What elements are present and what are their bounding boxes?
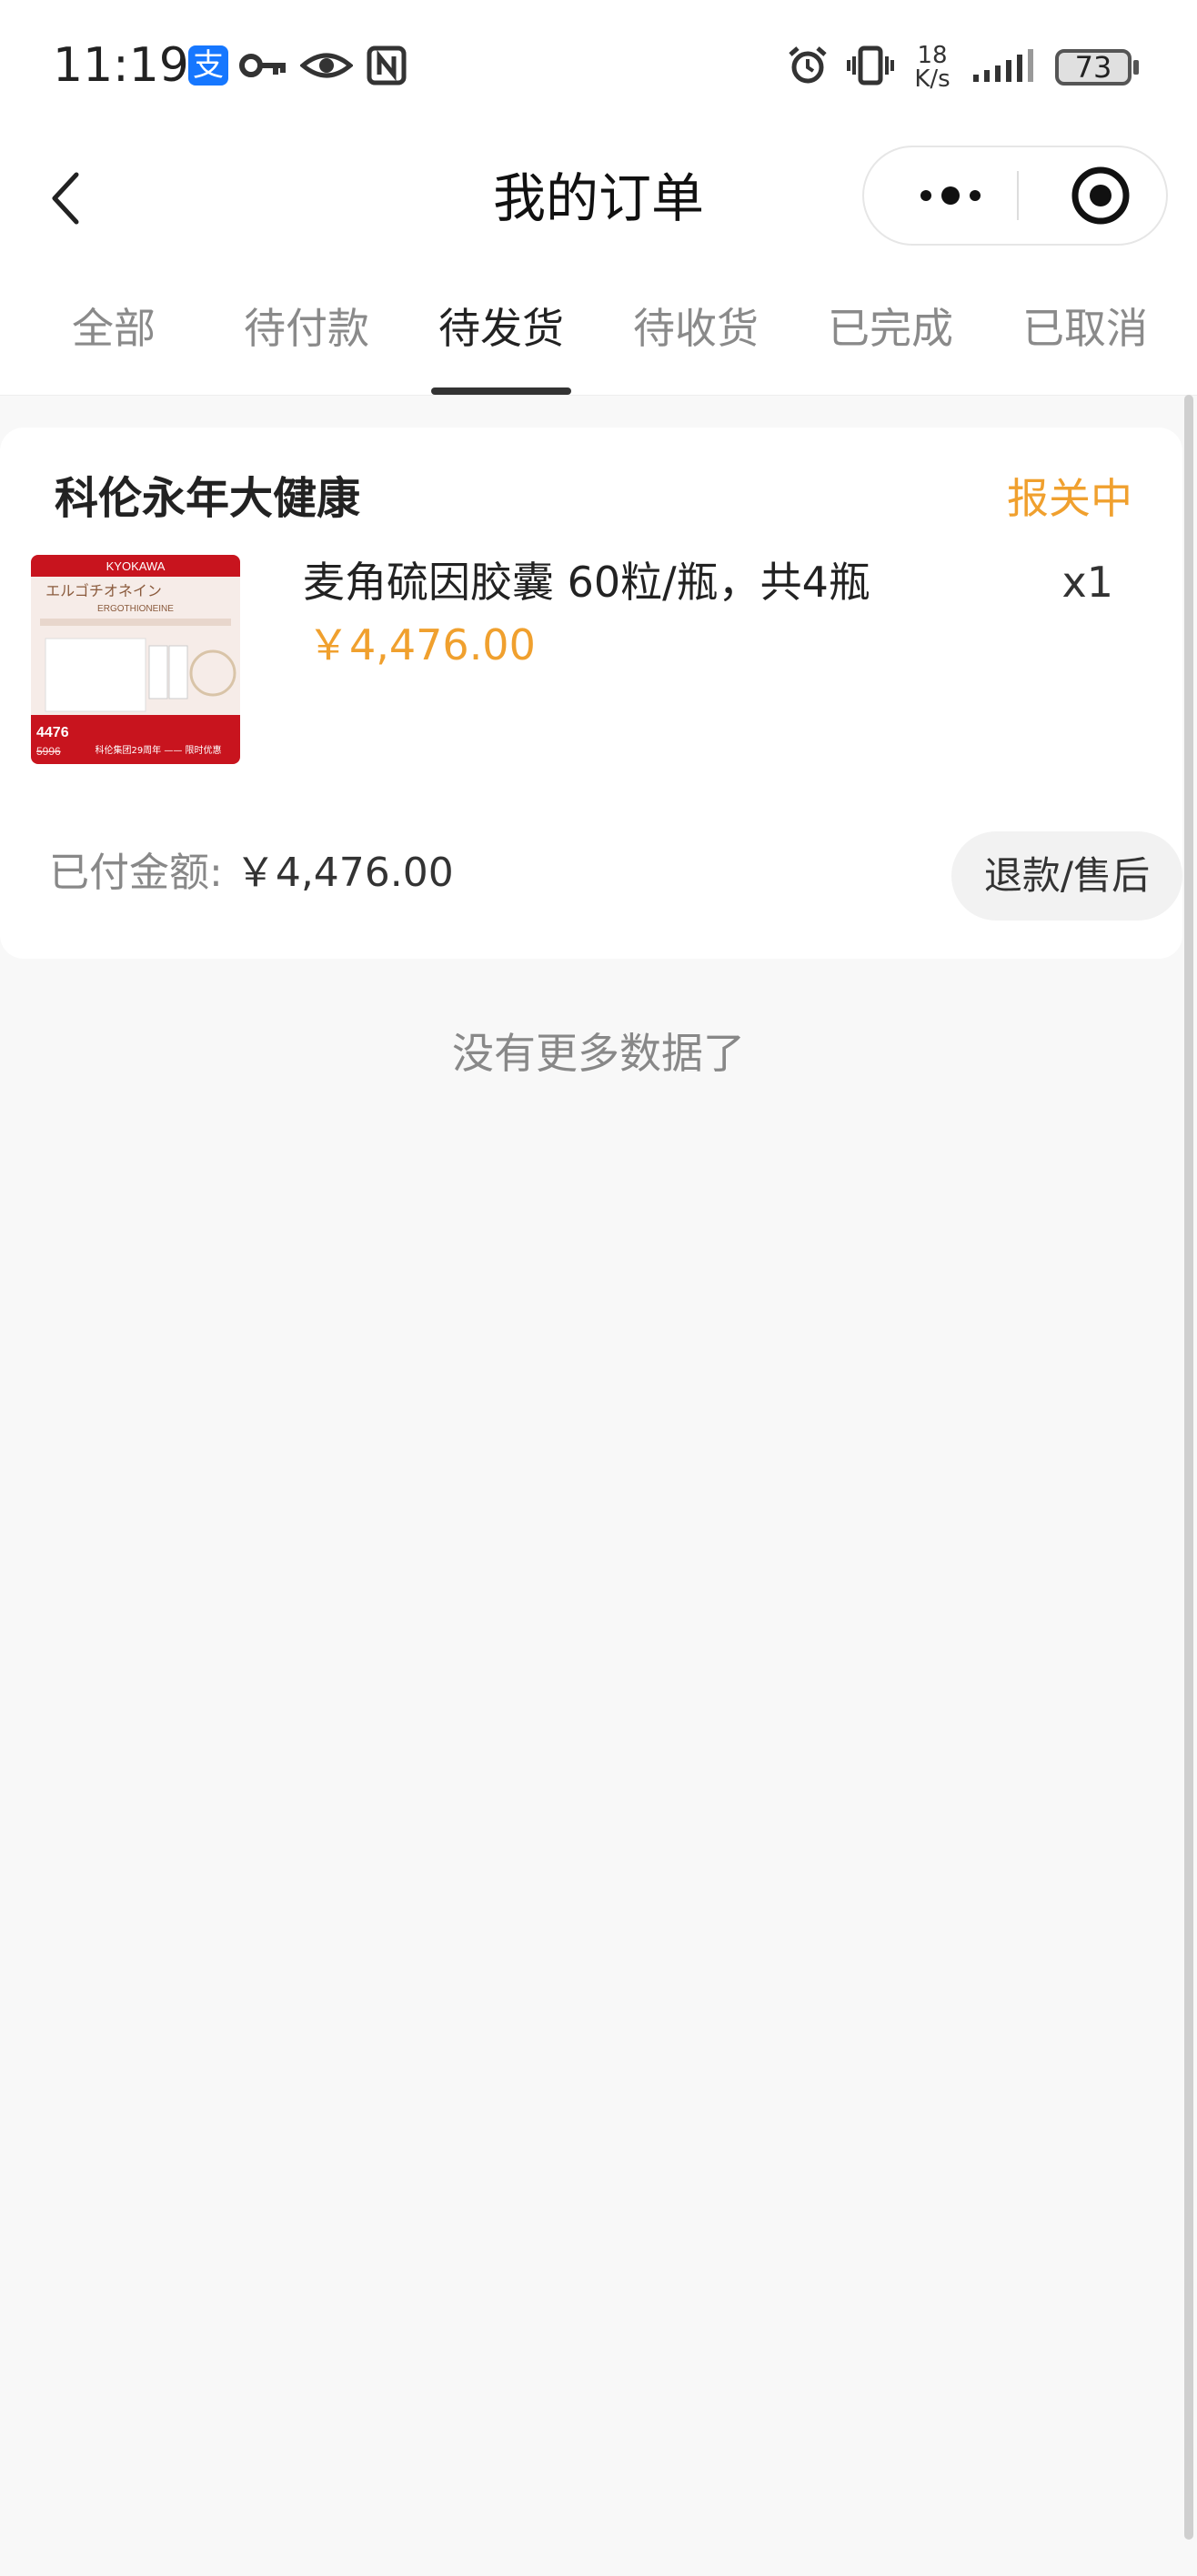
close-target-icon[interactable] xyxy=(1051,147,1151,244)
status-time: 11:19 xyxy=(53,38,189,93)
thumb-price-old: 5996 xyxy=(36,745,61,758)
signal-icon xyxy=(973,49,1033,82)
tab-pending-receipt[interactable]: 待收货 xyxy=(598,260,793,395)
order-status: 报关中 xyxy=(1007,474,1132,523)
nfc-icon xyxy=(367,45,407,86)
tab-all[interactable]: 全部 xyxy=(16,260,211,395)
paid-amount: ￥4,476.00 xyxy=(235,850,454,896)
order-card[interactable]: 科伦永年大健康 报关中 KYOKAWA エルゴチオネイン ERGOTHIONEI… xyxy=(0,428,1182,959)
battery-cap xyxy=(1133,60,1139,75)
net-speed: 18 K/s xyxy=(910,44,955,91)
order-status-tabs: 全部 待付款 待发货 待收货 已完成 已取消 xyxy=(0,260,1197,396)
product-name[interactable]: 麦角硫因胶囊 60粒/瓶，共4瓶 xyxy=(303,546,870,619)
vibrate-icon xyxy=(847,45,894,86)
battery-icon: 73 xyxy=(1055,49,1132,86)
thumb-brand: KYOKAWA xyxy=(106,559,166,573)
nav-bar: 我的订单 xyxy=(0,136,1197,260)
tab-cancelled[interactable]: 已取消 xyxy=(988,260,1182,395)
scrollbar[interactable] xyxy=(1184,395,1193,2540)
tab-pending-shipment[interactable]: 待发货 xyxy=(404,260,598,395)
paid-amount-row: 已付金额: ￥4,476.00 xyxy=(49,839,454,908)
tab-completed[interactable]: 已完成 xyxy=(793,260,988,395)
product-thumbnail[interactable]: KYOKAWA エルゴチオネイン ERGOTHIONEINE 4476 5996… xyxy=(31,555,240,764)
refund-aftersale-button[interactable]: 退款/售后 xyxy=(951,831,1182,921)
net-speed-value: 18 xyxy=(917,42,948,69)
thumb-price-now: 4476 xyxy=(36,725,69,740)
tab-pending-payment[interactable]: 待付款 xyxy=(209,260,404,395)
alarm-icon xyxy=(789,46,827,84)
capsule-divider xyxy=(1017,171,1019,220)
thumb-en-title: ERGOTHIONEINE xyxy=(97,604,174,614)
net-speed-unit: K/s xyxy=(914,65,951,93)
eye-icon xyxy=(300,53,353,78)
thumb-banner: 科伦集团29周年 —— 限时优惠 xyxy=(95,744,221,756)
paid-label: 已付金额: xyxy=(49,850,223,896)
alipay-icon: 支 xyxy=(188,45,228,86)
more-dots-icon[interactable] xyxy=(900,147,1001,244)
active-tab-indicator xyxy=(431,387,571,395)
status-bar: 11:19 支 18 K/s 73 xyxy=(0,0,1197,136)
thumb-jp-title: エルゴチオネイン xyxy=(45,582,162,599)
shop-name[interactable]: 科伦永年大健康 xyxy=(55,451,360,546)
product-quantity: x1 xyxy=(1061,558,1114,607)
key-icon xyxy=(239,54,286,77)
product-price: ￥4,476.00 xyxy=(307,620,536,669)
no-more-data-text: 没有更多数据了 xyxy=(452,1029,745,1078)
mini-program-capsule xyxy=(862,146,1168,246)
